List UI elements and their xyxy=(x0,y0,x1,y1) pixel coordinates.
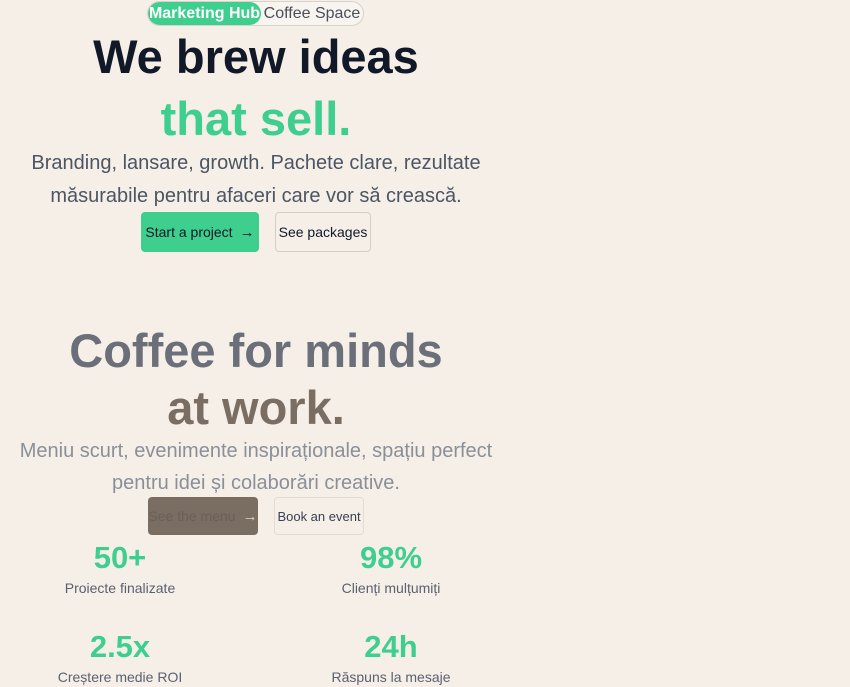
stat-label: Răspuns la mesaje xyxy=(331,669,451,685)
stat-value: 24h xyxy=(364,629,418,664)
hero-subtitle-line2: măsurabile pentru afaceri care vor să cr… xyxy=(50,185,462,207)
hero-title-line1: We brew ideas xyxy=(93,30,419,83)
see-packages-button[interactable]: See packages xyxy=(275,212,371,252)
coffee-title-line2: at work. xyxy=(167,381,345,434)
see-menu-label: See the menu xyxy=(148,508,236,524)
stat-value: 2.5x xyxy=(89,629,151,664)
see-packages-label: See packages xyxy=(278,224,368,240)
coffee-title-line1: Coffee for minds xyxy=(69,324,443,377)
book-event-label: Book an event xyxy=(277,508,361,524)
stat-response: 24h Răspuns la mesaje xyxy=(266,630,516,687)
start-project-button[interactable]: Start a project → xyxy=(141,212,259,252)
stat-label: Creștere medie ROI xyxy=(57,669,183,685)
stat-clients: 98% Clienți mulțumiți xyxy=(266,541,516,598)
see-menu-button[interactable]: See the menu → xyxy=(148,497,258,535)
mode-toggle: Marketing Hub Coffee Space xyxy=(147,1,364,26)
toggle-coffee-space[interactable]: Coffee Space xyxy=(261,2,363,25)
coffee-subtitle-line1: Meniu scurt, evenimente inspiraționale, … xyxy=(19,440,493,462)
stat-value: 98% xyxy=(359,540,423,575)
coffee-subtitle-line2: pentru idei și colaborări creative. xyxy=(112,472,400,494)
stat-roi: 2.5x Creștere medie ROI xyxy=(0,630,245,687)
stat-projects: 50+ Proiecte finalizate xyxy=(0,541,245,598)
hero-subtitle: Branding, lansare, growth. Pachete clare… xyxy=(0,147,512,213)
stat-label: Proiecte finalizate xyxy=(64,580,176,596)
coffee-subtitle: Meniu scurt, evenimente inspiraționale, … xyxy=(0,435,512,499)
hero-subtitle-line1: Branding, lansare, growth. Pachete clare… xyxy=(31,152,481,174)
arrow-right-icon: → xyxy=(239,223,255,241)
arrow-right-icon: → xyxy=(242,507,258,525)
stat-label: Clienți mulțumiți xyxy=(341,580,441,596)
hero-title-line2: that sell. xyxy=(160,92,352,145)
start-project-label: Start a project xyxy=(145,224,233,240)
book-event-button[interactable]: Book an event xyxy=(274,497,364,535)
stat-value: 50+ xyxy=(93,540,147,575)
toggle-marketing-hub[interactable]: Marketing Hub xyxy=(148,2,261,25)
